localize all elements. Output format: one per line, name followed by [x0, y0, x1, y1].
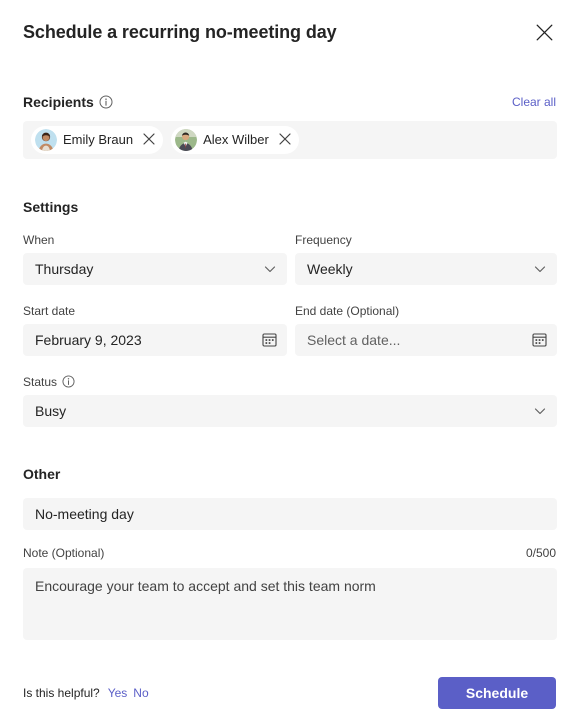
page-title: Schedule a recurring no-meeting day — [23, 22, 337, 42]
recipient-name: Alex Wilber — [203, 132, 269, 147]
recipients-label: Recipients — [23, 94, 94, 110]
other-heading: Other — [23, 466, 61, 482]
close-icon — [143, 132, 155, 148]
status-field: Status Busy — [23, 374, 557, 427]
when-label: When — [23, 233, 55, 247]
status-value: Busy — [35, 402, 67, 419]
info-icon[interactable] — [99, 95, 113, 109]
recipients-input[interactable]: Emily Braun Alex Wilber — [23, 121, 557, 159]
remove-recipient-button[interactable] — [275, 130, 295, 150]
calendar-icon[interactable] — [262, 332, 277, 347]
note-header: Note (Optional) 0/500 — [23, 545, 556, 561]
when-dropdown[interactable]: Thursday — [23, 253, 287, 285]
close-dialog-button[interactable] — [528, 16, 560, 48]
start-date-label: Start date — [23, 304, 76, 318]
start-date-field: Start date February 9, 2023 — [23, 303, 287, 356]
frequency-field: Frequency Weekly — [295, 232, 557, 285]
avatar — [35, 129, 57, 151]
avatar — [175, 129, 198, 151]
feedback-yes-link[interactable]: Yes — [108, 685, 128, 701]
close-icon — [279, 132, 291, 148]
end-date-picker[interactable]: Select a date... — [295, 324, 557, 356]
start-date-value: February 9, 2023 — [35, 331, 142, 348]
calendar-icon[interactable] — [532, 332, 547, 347]
info-icon[interactable] — [62, 375, 76, 389]
frequency-dropdown[interactable]: Weekly — [295, 253, 557, 285]
note-label: Note (Optional) — [23, 546, 105, 560]
frequency-label: Frequency — [295, 233, 352, 247]
recipients-label-group: Recipients — [23, 92, 113, 112]
end-date-label: End date (Optional) — [295, 304, 400, 318]
remove-recipient-button[interactable] — [139, 130, 159, 150]
feedback-question: Is this helpful? — [23, 686, 100, 700]
when-field: When Thursday — [23, 232, 287, 285]
note-textarea[interactable]: Encourage your team to accept and set th… — [23, 568, 557, 640]
status-dropdown[interactable]: Busy — [23, 395, 557, 427]
start-date-picker[interactable]: February 9, 2023 — [23, 324, 287, 356]
status-label: Status — [23, 375, 58, 389]
dialog-header: Schedule a recurring no-meeting day — [0, 0, 579, 64]
feedback-no-link[interactable]: No — [133, 685, 148, 701]
frequency-value: Weekly — [307, 260, 353, 277]
recipients-header: Recipients Clear all — [23, 92, 556, 112]
dialog-footer: Is this helpful? Yes No Schedule — [23, 673, 556, 713]
status-label-group: Status — [23, 374, 557, 390]
chevron-down-icon — [533, 262, 547, 276]
when-value: Thursday — [35, 260, 94, 277]
chevron-down-icon — [263, 262, 277, 276]
feedback-group: Is this helpful? Yes No — [23, 685, 149, 701]
recipient-chip[interactable]: Alex Wilber — [171, 126, 299, 154]
recipient-name: Emily Braun — [63, 132, 134, 147]
end-date-field: End date (Optional) Select a date... — [295, 303, 557, 356]
settings-heading: Settings — [23, 199, 79, 215]
recipient-chip[interactable]: Emily Braun — [31, 126, 164, 154]
end-date-value: Select a date... — [307, 331, 401, 348]
schedule-no-meeting-day-dialog: Schedule a recurring no-meeting day Reci… — [0, 0, 579, 725]
note-character-counter: 0/500 — [525, 546, 556, 560]
chevron-down-icon — [533, 404, 547, 418]
subject-input[interactable]: No-meeting day — [23, 498, 557, 530]
clear-all-link[interactable]: Clear all — [512, 94, 556, 110]
schedule-button[interactable]: Schedule — [438, 677, 556, 709]
close-icon — [536, 24, 553, 41]
